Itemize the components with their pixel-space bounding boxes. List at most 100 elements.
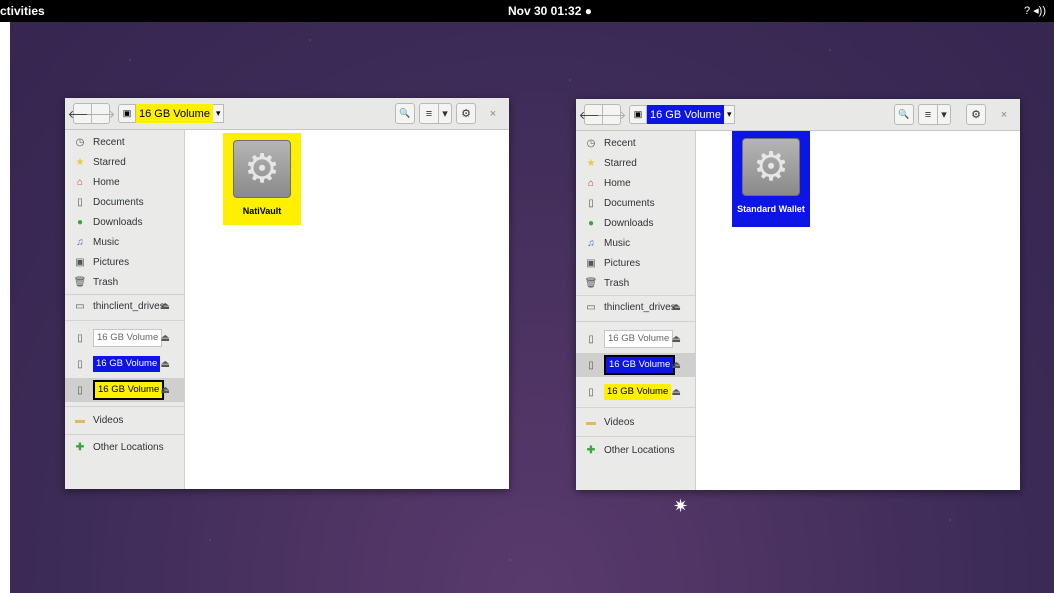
header-bar: 🡐 🡒 ▣ 16 GB Volume ▾ 🔍 ≡ ▾ ⚙ × — [65, 98, 509, 130]
sidebar-item-recent[interactable]: ◷ Recent — [576, 133, 695, 153]
eject-icon[interactable]: ⏏ — [161, 359, 170, 370]
close-button[interactable]: × — [994, 104, 1014, 125]
eject-icon[interactable]: ⏏ — [672, 387, 681, 398]
system-tray[interactable]: ? ◂)) — [1024, 4, 1046, 17]
music-icon: ♫ — [76, 236, 84, 248]
file-item[interactable]: ⚙ Standard Wallet — [732, 131, 810, 227]
sidebar-item-thinclient[interactable]: ▭ thinclient_drives ⏏ — [576, 297, 695, 317]
sparkle-icon: ✷ — [673, 496, 689, 516]
file-item[interactable]: ⚙ NatiVault — [223, 133, 301, 225]
close-icon: × — [489, 107, 497, 120]
usb-drive-icon: ▯ — [588, 333, 594, 345]
forward-button[interactable]: 🡒 — [597, 104, 626, 125]
sidebar-item-volume-1[interactable]: ▯ 16 GB Volume ⏏ — [576, 328, 695, 350]
file-manager-window-left: 🡐 🡒 ▣ 16 GB Volume ▾ 🔍 ≡ ▾ ⚙ × ◷ Recent ★… — [65, 98, 509, 489]
sidebar-separator — [65, 294, 184, 295]
sidebar: ◷ Recent ★ Starred ⌂ Home ▯ Documents ● Downl… — [65, 130, 185, 489]
gear-icon: ⚙ — [971, 109, 981, 121]
sidebar-item-home[interactable]: ⌂ Home — [576, 173, 695, 193]
plus-icon: ✚ — [75, 441, 85, 453]
sidebar-item-trash[interactable]: 🗑 Trash — [65, 272, 184, 292]
usb-drive-icon: ▯ — [588, 386, 594, 398]
trash-icon: 🗑 — [584, 277, 598, 289]
view-list-button[interactable]: ≡ — [918, 104, 938, 125]
sidebar-item-downloads[interactable]: ● Downloads — [65, 212, 184, 232]
sidebar-item-recent[interactable]: ◷ Recent — [65, 132, 184, 152]
eject-icon[interactable]: ⏏ — [672, 334, 681, 345]
file-item-label: Standard Wallet — [737, 204, 805, 214]
file-manager-window-right: 🡐 🡒 ▣ 16 GB Volume ▾ 🔍 ≡ ▾ ⚙ × ◷ Recent ★… — [576, 99, 1020, 490]
path-dropdown-icon[interactable]: ▾ — [212, 104, 225, 123]
search-button[interactable]: 🔍 — [395, 103, 415, 124]
sidebar-item-other-locations[interactable]: ✚ Other Locations — [65, 437, 184, 457]
clock-icon: ◷ — [586, 137, 596, 149]
sidebar-item-other-locations[interactable]: ✚ Other Locations — [576, 440, 695, 460]
clock[interactable]: Nov 30 01:32 ● — [508, 4, 592, 18]
sidebar-item-volume-1[interactable]: ▯ 16 GB Volume ⏏ — [65, 327, 184, 349]
sidebar-item-pictures[interactable]: ▣ Pictures — [65, 252, 184, 272]
sidebar-item-volume-3[interactable]: ▯ 16 GB Volume ⏏ — [65, 378, 184, 402]
folder-icon: ▬ — [75, 414, 85, 426]
download-icon: ● — [587, 217, 595, 229]
eject-icon[interactable]: ⏏ — [161, 333, 170, 344]
path-dropdown-icon[interactable]: ▾ — [723, 105, 736, 124]
usb-drive-icon: ▯ — [77, 332, 83, 344]
forward-button[interactable]: 🡒 — [86, 103, 115, 124]
search-button[interactable]: 🔍 — [894, 104, 914, 125]
activities-button[interactable]: ctivities — [0, 4, 45, 18]
view-list-button[interactable]: ≡ — [419, 103, 439, 124]
drive-icon: ▭ — [75, 300, 85, 312]
sidebar-item-documents[interactable]: ▯ Documents — [576, 193, 695, 213]
sidebar-item-documents[interactable]: ▯ Documents — [65, 192, 184, 212]
home-icon: ⌂ — [76, 176, 84, 188]
sidebar-separator — [576, 407, 695, 408]
path-bar[interactable]: ▣ 16 GB Volume ▾ — [629, 104, 736, 125]
sidebar-separator — [65, 406, 184, 407]
path-segment-label[interactable]: 16 GB Volume — [647, 105, 724, 124]
sidebar-item-downloads[interactable]: ● Downloads — [576, 213, 695, 233]
sidebar-separator — [65, 434, 184, 435]
sidebar-item-thinclient[interactable]: ▭ thinclient_drives ⏏ — [65, 296, 184, 316]
sidebar-item-videos[interactable]: ▬ Videos — [65, 410, 184, 430]
usb-drive-icon: ▯ — [77, 358, 83, 370]
drive-icon: ▣ — [629, 105, 647, 124]
sidebar-item-volume-2[interactable]: ▯ 16 GB Volume ⏏ — [576, 353, 695, 377]
eject-icon[interactable]: ⏏ — [161, 385, 170, 396]
file-view[interactable]: ⚙ Standard Wallet — [697, 131, 1020, 490]
sidebar-item-music[interactable]: ♫ Music — [576, 233, 695, 253]
menu-button[interactable]: ⚙ — [456, 103, 476, 124]
plus-icon: ✚ — [586, 444, 596, 456]
path-bar[interactable]: ▣ 16 GB Volume ▾ — [118, 103, 225, 124]
sidebar-item-volume-3[interactable]: ▯ 16 GB Volume ⏏ — [576, 381, 695, 403]
menu-button[interactable]: ⚙ — [966, 104, 986, 125]
drive-icon: ▣ — [118, 104, 136, 123]
sidebar-item-videos[interactable]: ▬ Videos — [576, 412, 695, 432]
sidebar-item-starred[interactable]: ★ Starred — [65, 152, 184, 172]
executable-gear-icon: ⚙ — [233, 140, 291, 198]
sidebar-item-music[interactable]: ♫ Music — [65, 232, 184, 252]
home-icon: ⌂ — [587, 177, 595, 189]
forward-icon: 🡒 — [596, 109, 627, 122]
view-options-button[interactable]: ▾ — [438, 103, 452, 124]
sidebar-separator — [576, 321, 695, 322]
header-bar: 🡐 🡒 ▣ 16 GB Volume ▾ 🔍 ≡ ▾ ⚙ × — [576, 99, 1020, 131]
trash-icon: 🗑 — [73, 276, 87, 288]
close-button[interactable]: × — [483, 103, 503, 124]
eject-icon[interactable]: ⏏ — [672, 302, 681, 313]
sidebar: ◷ Recent ★ Starred ⌂ Home ▯ Documents ● Downl… — [576, 131, 696, 490]
sidebar-item-pictures[interactable]: ▣ Pictures — [576, 253, 695, 273]
file-view[interactable]: ⚙ NatiVault — [186, 130, 509, 489]
clock-icon: ◷ — [75, 136, 85, 148]
list-icon: ≡ — [924, 108, 932, 121]
eject-icon[interactable]: ⏏ — [161, 301, 170, 312]
forward-icon: 🡒 — [85, 108, 116, 121]
sidebar-item-trash[interactable]: 🗑 Trash — [576, 273, 695, 293]
path-segment-label[interactable]: 16 GB Volume — [136, 104, 213, 123]
sidebar-item-home[interactable]: ⌂ Home — [65, 172, 184, 192]
sidebar-item-starred[interactable]: ★ Starred — [576, 153, 695, 173]
sidebar-item-volume-2[interactable]: ▯ 16 GB Volume ⏏ — [65, 353, 184, 375]
view-options-button[interactable]: ▾ — [937, 104, 951, 125]
executable-gear-icon: ⚙ — [742, 138, 800, 196]
usb-drive-icon: ▯ — [588, 359, 594, 371]
eject-icon[interactable]: ⏏ — [672, 360, 681, 371]
